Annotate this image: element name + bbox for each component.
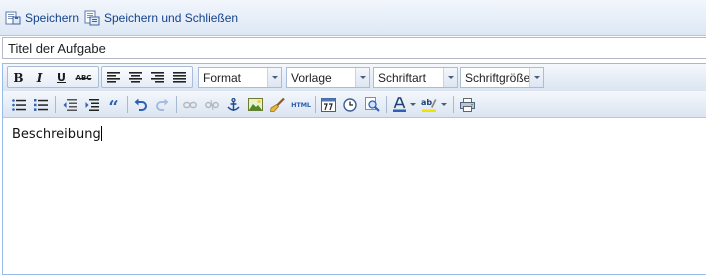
format-select[interactable]: Format bbox=[198, 67, 282, 88]
font-family-select-label: Schriftart bbox=[378, 71, 427, 85]
indent-icon bbox=[85, 98, 99, 111]
clock-icon bbox=[342, 97, 357, 112]
outdent-button[interactable] bbox=[60, 95, 79, 114]
anchor-icon bbox=[227, 97, 240, 111]
bold-button[interactable]: B bbox=[9, 68, 28, 87]
highlight-icon: ab bbox=[421, 98, 436, 112]
toolbar-separator bbox=[127, 96, 128, 113]
align-center-button[interactable] bbox=[126, 68, 145, 87]
save-close-label: Speichern und Schließen bbox=[104, 11, 239, 25]
insert-date-button[interactable] bbox=[319, 95, 338, 114]
editor-toolbar-row-2: “ HTML ab bbox=[3, 91, 706, 118]
editor-toolbar-row-1: B I U ABC Format Vorlage Schriftart Schr… bbox=[3, 64, 706, 91]
search-replace-button[interactable] bbox=[363, 95, 382, 114]
strikethrough-button[interactable]: ABC bbox=[74, 68, 93, 87]
bold-icon: B bbox=[13, 70, 24, 85]
font-size-select-label: Schriftgröße bbox=[465, 71, 531, 85]
toolbar-separator bbox=[453, 96, 454, 113]
chevron-down-icon bbox=[355, 68, 369, 87]
align-left-icon bbox=[107, 72, 120, 83]
toolbar-separator bbox=[176, 96, 177, 113]
chevron-down-icon bbox=[443, 68, 457, 87]
redo-button[interactable] bbox=[153, 95, 172, 114]
text-color-dropdown[interactable] bbox=[408, 95, 417, 114]
quote-icon: “ bbox=[108, 96, 119, 118]
template-select-label: Vorlage bbox=[291, 71, 332, 85]
calendar-icon bbox=[321, 98, 336, 112]
insert-link-button[interactable] bbox=[180, 95, 199, 114]
align-left-button[interactable] bbox=[104, 68, 123, 87]
description-text: Beschreibung bbox=[12, 127, 101, 142]
text-color-button[interactable] bbox=[390, 95, 409, 114]
save-and-close-button[interactable]: Speichern und Schließen bbox=[84, 8, 238, 28]
brush-icon bbox=[270, 97, 285, 112]
save-button[interactable]: Speichern bbox=[5, 8, 79, 28]
text-color-icon bbox=[393, 97, 406, 112]
insert-time-button[interactable] bbox=[340, 95, 359, 114]
unlink-button[interactable] bbox=[202, 95, 221, 114]
chevron-down-icon bbox=[440, 103, 447, 106]
save-close-icon bbox=[84, 10, 100, 26]
clean-formatting-button[interactable] bbox=[268, 95, 287, 114]
italic-button[interactable]: I bbox=[30, 68, 49, 87]
svg-text:ab: ab bbox=[421, 98, 432, 107]
italic-icon: I bbox=[36, 70, 43, 85]
html-source-button[interactable]: HTML bbox=[289, 95, 313, 114]
template-select[interactable]: Vorlage bbox=[286, 67, 370, 88]
toolbar-separator bbox=[55, 96, 56, 113]
undo-icon bbox=[134, 98, 147, 111]
image-icon bbox=[248, 98, 263, 111]
link-icon bbox=[182, 101, 197, 108]
rich-text-editor: B I U ABC Format Vorlage Schriftart Schr… bbox=[2, 63, 706, 275]
search-icon bbox=[365, 97, 380, 112]
chevron-down-icon bbox=[409, 103, 416, 106]
html-icon: HTML bbox=[291, 100, 311, 109]
anchor-button[interactable] bbox=[224, 95, 243, 114]
highlight-color-dropdown[interactable] bbox=[439, 95, 448, 114]
align-right-icon bbox=[151, 72, 164, 83]
save-label: Speichern bbox=[25, 11, 80, 25]
redo-icon bbox=[156, 98, 169, 111]
unlink-icon bbox=[204, 99, 219, 110]
align-center-icon bbox=[129, 72, 142, 83]
indent-button[interactable] bbox=[82, 95, 101, 114]
outdent-icon bbox=[63, 98, 77, 111]
align-justify-icon bbox=[173, 72, 186, 83]
editor-content-area[interactable]: Beschreibung bbox=[3, 119, 706, 274]
numbered-list-icon bbox=[33, 98, 48, 111]
insert-image-button[interactable] bbox=[246, 95, 265, 114]
print-button[interactable] bbox=[458, 95, 477, 114]
chevron-down-icon bbox=[529, 68, 543, 87]
underline-icon: U bbox=[57, 71, 66, 84]
printer-icon bbox=[460, 97, 475, 112]
align-right-button[interactable] bbox=[148, 68, 167, 87]
toolbar-separator bbox=[315, 96, 316, 113]
font-size-select[interactable]: Schriftgröße bbox=[460, 67, 544, 88]
task-title-input[interactable] bbox=[2, 37, 706, 59]
format-select-label: Format bbox=[203, 71, 242, 85]
chevron-down-icon bbox=[267, 68, 281, 87]
highlight-color-button[interactable]: ab bbox=[419, 95, 438, 114]
undo-button[interactable] bbox=[131, 95, 150, 114]
toolbar-separator bbox=[386, 96, 387, 113]
bullet-list-icon bbox=[11, 98, 26, 111]
numbered-list-button[interactable] bbox=[31, 95, 50, 114]
align-justify-button[interactable] bbox=[170, 68, 189, 87]
blockquote-button[interactable]: “ bbox=[104, 95, 123, 118]
font-family-select[interactable]: Schriftart bbox=[373, 67, 458, 88]
text-caret bbox=[100, 126, 102, 141]
strikethrough-icon: ABC bbox=[75, 73, 92, 82]
underline-button[interactable]: U bbox=[52, 68, 71, 87]
action-toolbar: Speichern Speichern und Schließen bbox=[0, 0, 706, 36]
bullet-list-button[interactable] bbox=[9, 95, 28, 114]
save-icon bbox=[5, 10, 21, 26]
